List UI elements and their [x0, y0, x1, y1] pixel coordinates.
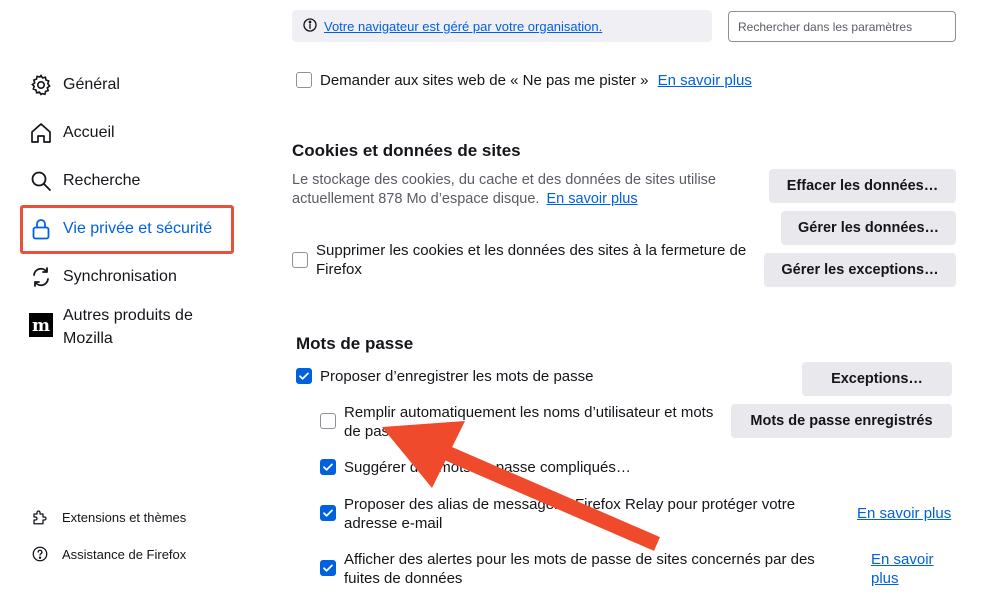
annotation-arrow-icon	[382, 421, 660, 551]
